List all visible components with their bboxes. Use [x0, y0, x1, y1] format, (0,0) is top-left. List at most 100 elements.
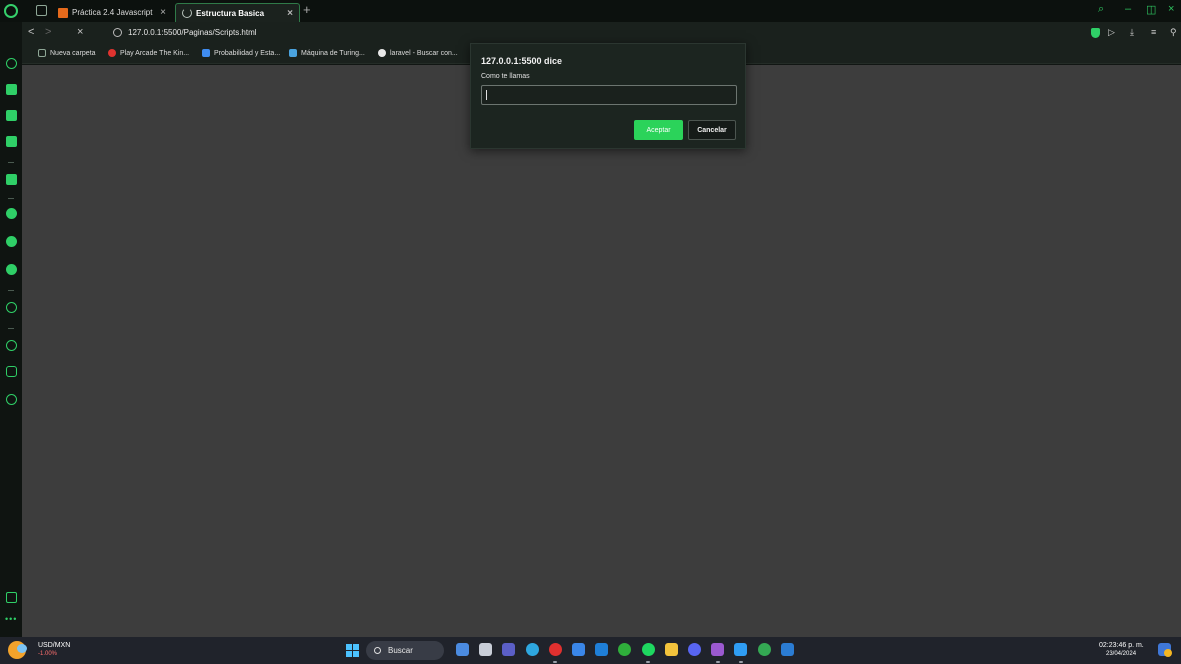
start-square [353, 651, 359, 657]
vpn-shield-icon[interactable] [1091, 28, 1100, 38]
notification-app-icon[interactable] [1158, 643, 1172, 657]
new-tab-button[interactable]: + [303, 2, 311, 17]
bookmark-maquina-turing[interactable]: Máquina de Turing... [289, 49, 365, 57]
pinboard-icon[interactable] [6, 592, 17, 603]
tab-close-button[interactable]: × [287, 8, 293, 19]
shopping-icon[interactable] [6, 84, 17, 95]
profile-icon[interactable]: ⚲ [1170, 27, 1177, 38]
taskbar-search[interactable]: Buscar [366, 641, 444, 660]
turing-icon [289, 49, 297, 57]
address-bar: < > × 127.0.0.1:5500/Paginas/Scripts.htm… [22, 22, 1181, 44]
bookmark-probabilidad[interactable]: Probabilidad y Esta... [202, 49, 280, 57]
aria-ai-icon[interactable] [6, 174, 17, 185]
search-label: Buscar [388, 646, 413, 655]
tab-practica[interactable]: Práctica 2.4 Javascript × [52, 3, 172, 22]
bookmark-laravel[interactable]: laravel - Buscar con... [378, 49, 458, 57]
mail-icon[interactable] [595, 643, 609, 656]
easy-setup-menu-icon[interactable]: ≡ [1151, 27, 1156, 37]
start-square [346, 651, 352, 657]
running-indicator [738, 661, 743, 663]
vscode-icon[interactable] [734, 643, 748, 656]
extensions-icon[interactable] [6, 366, 17, 377]
sidebar-divider [8, 290, 14, 291]
currency-pair[interactable]: USD/MXN [38, 642, 70, 649]
bookmark-label: Máquina de Turing... [301, 49, 365, 57]
dialog-message: Como te llamas [481, 73, 530, 80]
currency-change: -1.00% [38, 651, 58, 657]
minimize-button[interactable]: – [1125, 3, 1131, 15]
weather-widget-icon[interactable] [8, 641, 27, 659]
tab-label: Estructura Basica [196, 8, 265, 18]
page-content [22, 65, 1181, 637]
teams-icon[interactable] [502, 643, 516, 656]
start-square [346, 644, 352, 650]
tab-estructura-basica[interactable]: Estructura Basica × [175, 3, 300, 22]
running-indicator [646, 661, 651, 663]
start-button[interactable] [346, 644, 359, 657]
taskbar: USD/MXN -1.00% Buscar 02:23:46 p. m. 23/… [0, 637, 1181, 664]
bookmark-label: Probabilidad y Esta... [214, 49, 281, 57]
history-icon[interactable] [6, 340, 17, 351]
cancel-button[interactable]: Cancelar [688, 120, 736, 140]
prompt-input[interactable] [481, 85, 737, 105]
chrome-icon[interactable] [757, 643, 771, 656]
player-icon[interactable] [6, 302, 17, 313]
opera-menu-icon[interactable] [4, 4, 18, 18]
bookmark-icon [202, 49, 210, 57]
bookmark-label: Nueva carpeta [50, 49, 96, 57]
send-icon[interactable]: ▷ [1108, 27, 1115, 38]
discord-icon[interactable] [688, 643, 701, 656]
tab-strip: Práctica 2.4 Javascript × Estructura Bas… [0, 0, 1181, 22]
opera-sidebar: ••• [0, 22, 22, 637]
sidebar-divider [8, 198, 14, 199]
edge-icon[interactable] [525, 643, 539, 656]
bookmark-label: laravel - Buscar con... [390, 49, 458, 57]
calculator-icon[interactable] [6, 136, 17, 147]
stop-loading-button[interactable]: × [77, 26, 83, 38]
spotify-icon[interactable] [641, 643, 655, 656]
widgets-icon[interactable] [456, 643, 469, 656]
restore-button[interactable]: ◫ [1146, 3, 1156, 16]
twitch-icon[interactable] [6, 110, 17, 121]
site-info-icon[interactable] [113, 28, 122, 37]
opera-icon[interactable] [548, 643, 562, 656]
sidebar-divider [8, 162, 14, 163]
visual-studio-icon[interactable] [711, 643, 725, 656]
start-square [353, 644, 359, 650]
tab-islands-icon[interactable] [36, 5, 47, 16]
search-tabs-icon[interactable]: ⌕ [1098, 3, 1104, 16]
bookmark-nueva-carpeta[interactable]: Nueva carpeta [38, 49, 96, 57]
bookmark-play-arcade[interactable]: Play Arcade The Kin... [108, 49, 189, 57]
telegram-icon[interactable] [6, 264, 17, 275]
download-icon[interactable]: ⤓ [1130, 27, 1134, 38]
clock-date[interactable]: 23/04/2024 [1106, 651, 1136, 657]
sidebar-more-icon[interactable]: ••• [5, 614, 17, 624]
bookmark-label: Play Arcade The Kin... [120, 49, 190, 57]
whatsapp-icon[interactable] [6, 236, 17, 247]
sidebar-divider [8, 328, 14, 329]
task-view-icon[interactable] [479, 643, 493, 656]
back-button[interactable]: < [28, 26, 34, 38]
close-window-button[interactable]: × [1168, 3, 1174, 15]
slides-icon [58, 7, 68, 18]
accept-button[interactable]: Aceptar [634, 120, 683, 140]
dialog-title: 127.0.0.1:5500 dice [481, 56, 563, 66]
running-indicator [553, 661, 558, 663]
store-icon[interactable] [572, 643, 585, 656]
xbox-icon[interactable] [618, 643, 632, 656]
search-icon [374, 647, 381, 654]
tab-close-button[interactable]: × [160, 7, 166, 18]
loading-spinner-icon [182, 8, 192, 18]
text-caret [486, 90, 487, 100]
messenger-icon[interactable] [6, 208, 17, 219]
url-field[interactable]: 127.0.0.1:5500/Paginas/Scripts.html [128, 28, 257, 37]
explorer-icon[interactable] [664, 643, 678, 656]
forward-button[interactable]: > [45, 26, 51, 38]
aria-icon[interactable] [6, 58, 17, 69]
settings-gear-icon[interactable] [6, 394, 17, 405]
prompt-dialog: 127.0.0.1:5500 dice Como te llamas Acept… [470, 43, 746, 149]
arcade-icon [108, 49, 116, 57]
clock-time[interactable]: 02:23:46 p. m. [1099, 642, 1144, 649]
running-indicator [715, 661, 720, 663]
word-icon[interactable] [780, 643, 794, 656]
